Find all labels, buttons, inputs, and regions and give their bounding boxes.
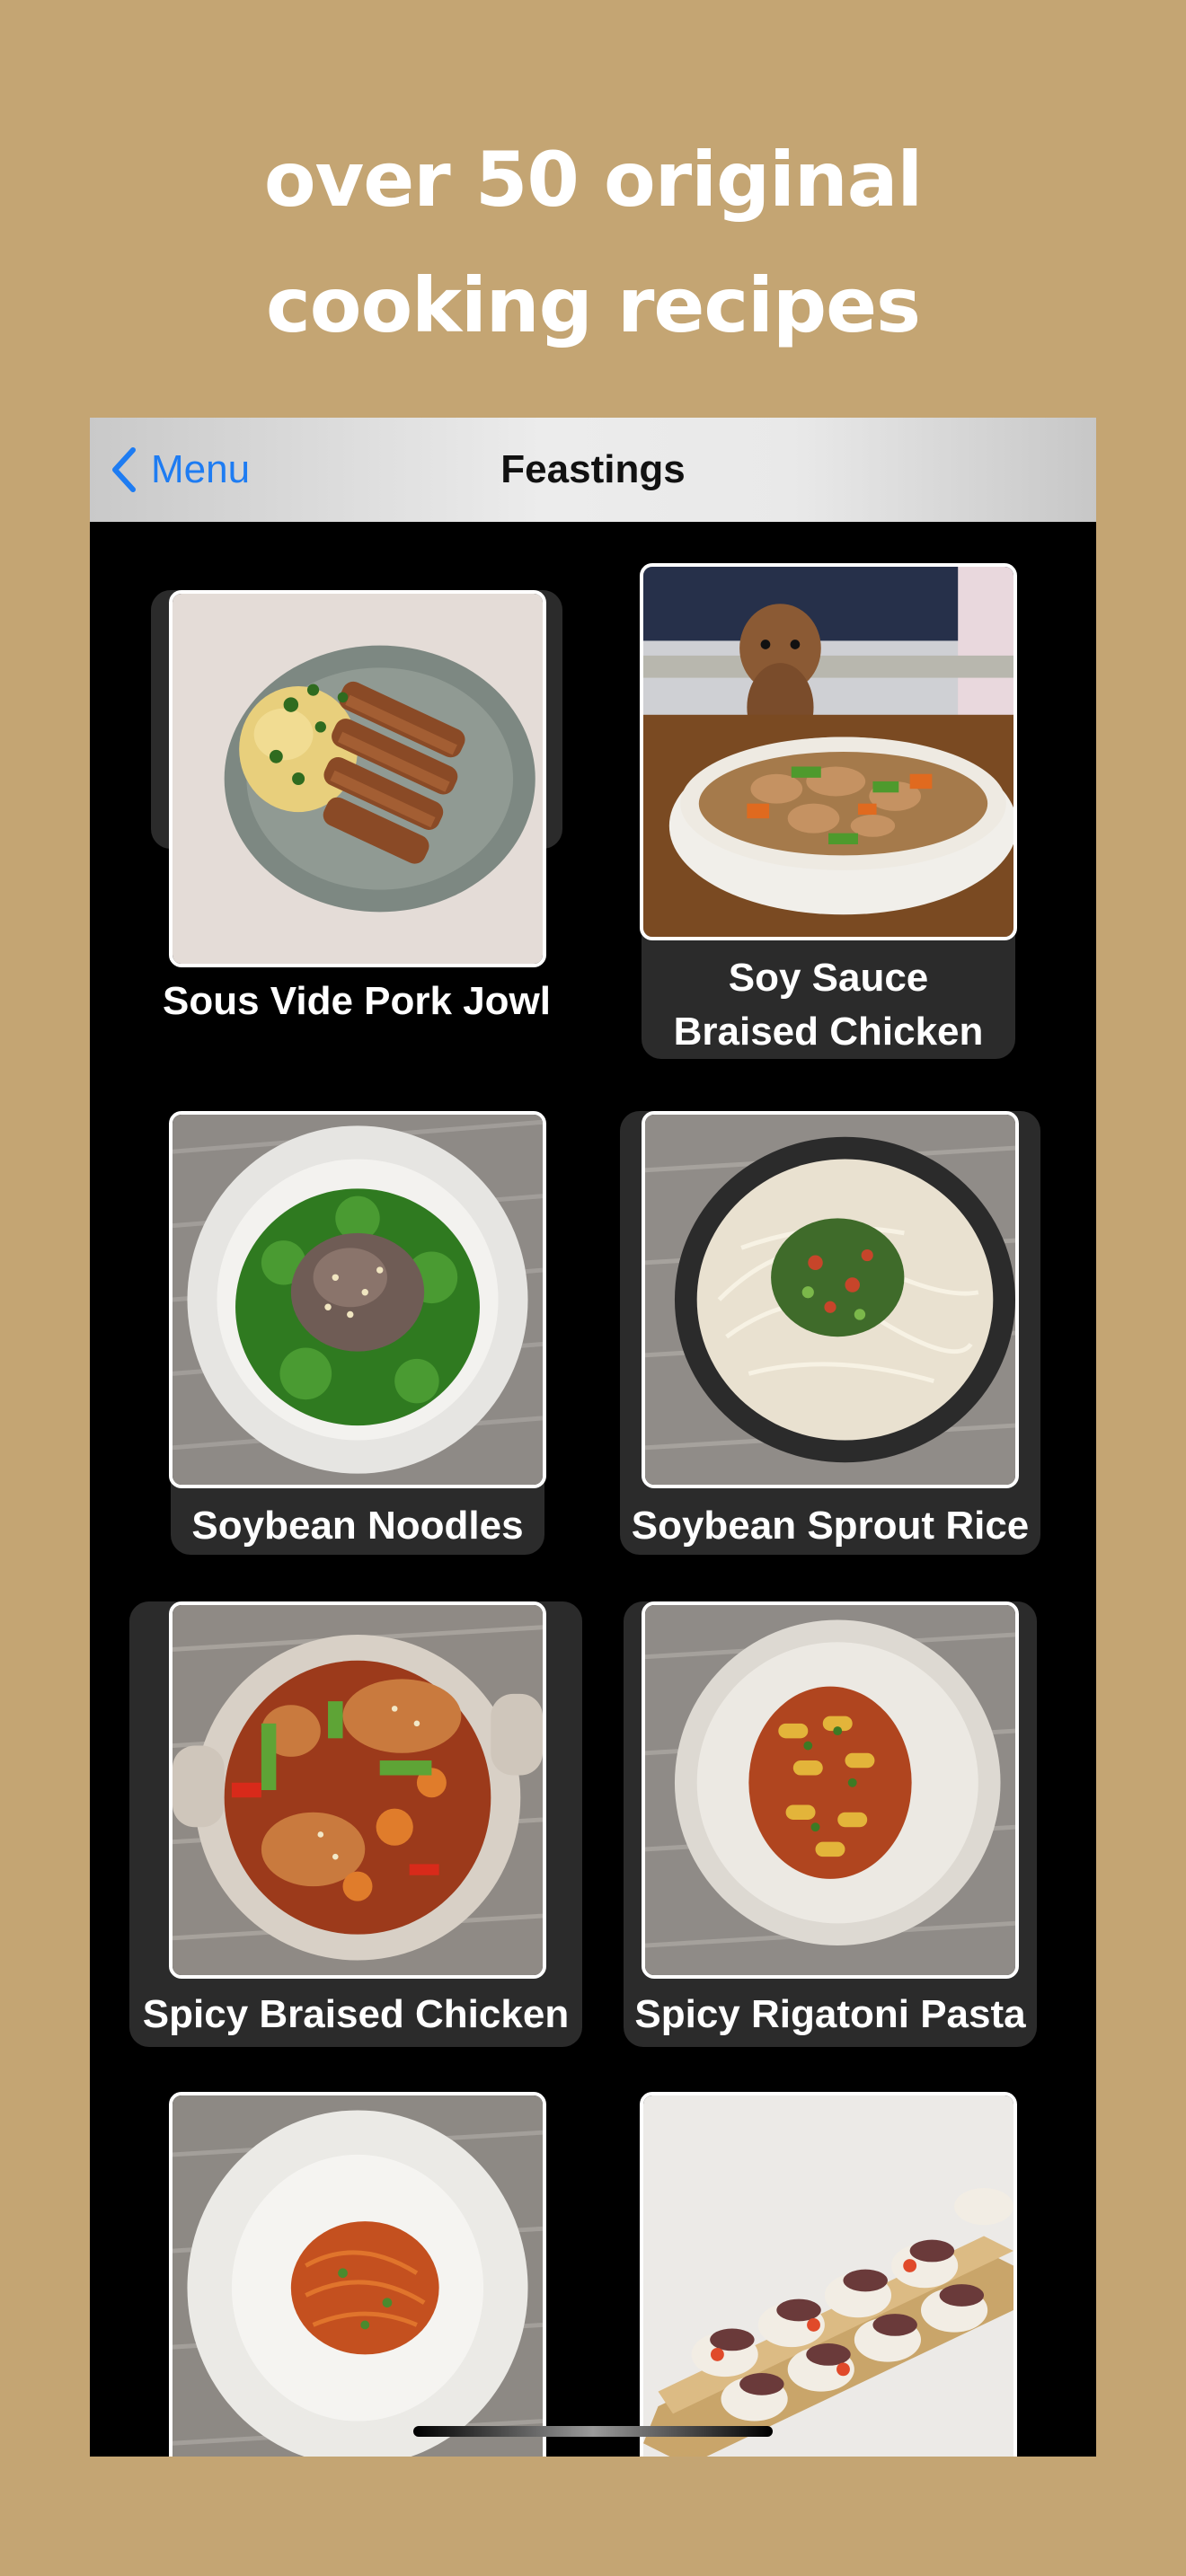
recipe-name: Spicy Braised Chicken [142,1992,570,2036]
navigation-bar: Menu Feastings [90,418,1096,522]
recipe-name: Soybean Sprout Rice [631,1504,1030,1548]
recipe-photo [169,1601,546,1979]
recipe-card[interactable] [640,2092,1017,2457]
recipe-card[interactable]: Spicy Braised Chicken [129,1601,582,2047]
recipe-name-line-1: Soy Sauce [728,956,929,1000]
headline-line-1: over 50 original [263,136,923,224]
recipe-card[interactable]: Soybean Noodles [169,1111,546,1555]
recipe-photo [169,1111,546,1488]
back-button-label: Menu [151,447,251,491]
chevron-left-icon [110,446,138,493]
recipe-photo [642,1111,1019,1488]
recipe-name: Soy Sauce Braised Chicken [642,951,1015,1059]
recipe-photo [169,2092,546,2457]
back-button[interactable]: Menu [110,441,250,498]
recipe-card[interactable]: Sous Vide Pork Jowl [151,590,562,1023]
recipe-photo [642,1601,1019,1979]
recipe-name: Soybean Noodles [191,1504,524,1548]
recipe-photo [640,2092,1017,2457]
recipe-name-line-2: Braised Chicken [673,1010,984,1054]
app-screen: Menu Feastings Sous Vide Pork Jowl Soy S… [90,418,1096,2457]
recipe-photo [640,563,1017,940]
home-indicator [413,2426,773,2437]
recipe-photo [169,590,546,967]
recipe-name: Spicy Rigatoni Pasta [634,1992,1026,2036]
recipe-card[interactable] [169,2092,546,2457]
recipe-card[interactable]: Soy Sauce Braised Chicken [640,563,1017,1059]
headline: over 50 original cooking recipes [0,117,1186,368]
recipe-card[interactable]: Spicy Rigatoni Pasta [624,1601,1037,2047]
recipe-card[interactable]: Soybean Sprout Rice [620,1111,1040,1555]
recipe-name: Sous Vide Pork Jowl [163,979,551,1023]
headline-line-2: cooking recipes [265,261,921,349]
